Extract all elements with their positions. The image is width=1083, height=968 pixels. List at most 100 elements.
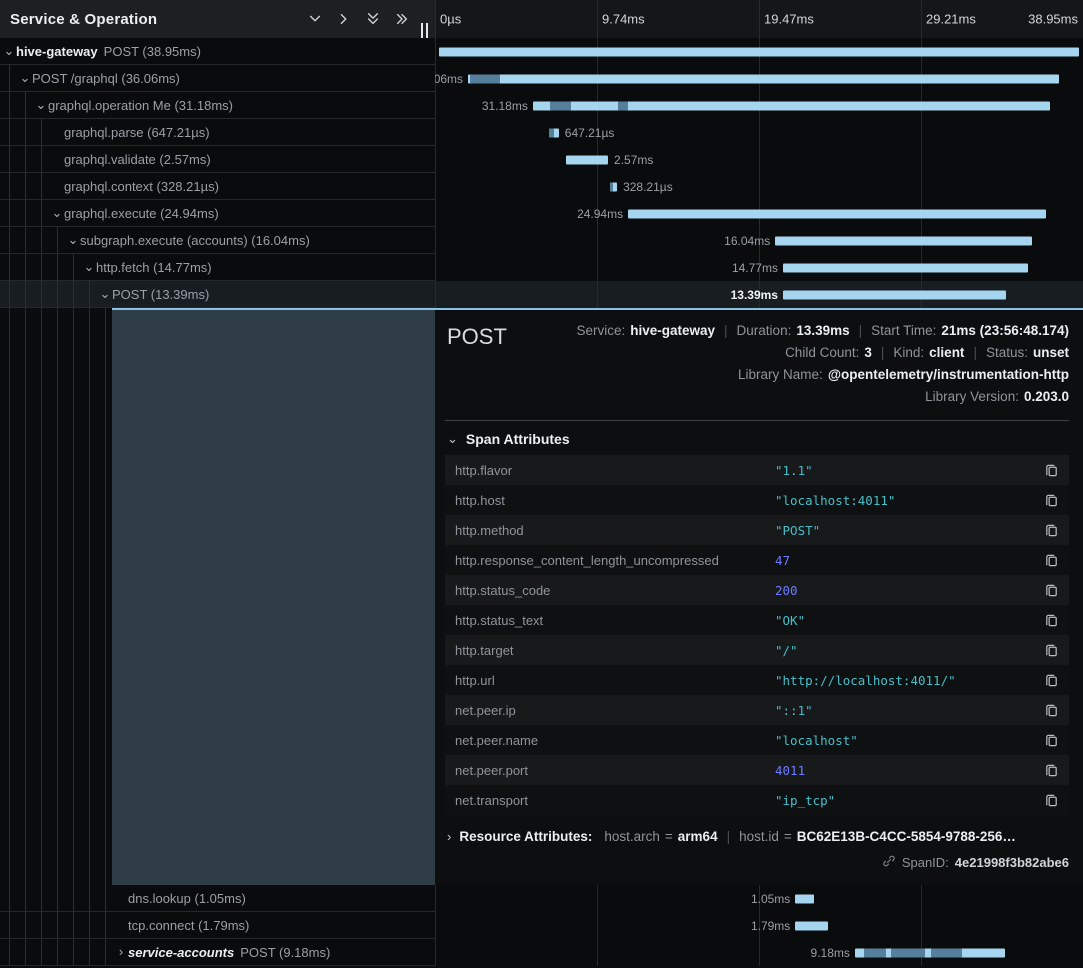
attribute-row: http.host"localhost:4011": [445, 485, 1069, 515]
panel-resize-handle[interactable]: [421, 23, 428, 38]
indent-guides: [2, 227, 66, 253]
expander-caret-icon[interactable]: ⌄: [98, 289, 112, 299]
meta-value: 3: [864, 345, 872, 360]
span-duration-bar[interactable]: [783, 263, 1028, 272]
span-row-label: graphql.parse (647.21µs): [0, 119, 435, 146]
collapse-one-icon[interactable]: [308, 12, 322, 26]
span-row-label: ⌄POST (13.39ms): [0, 281, 435, 308]
attribute-key: http.status_code: [455, 583, 775, 598]
span-id-label: SpanID:: [902, 855, 949, 870]
span-row[interactable]: ⌄POST (13.39ms) 13.39ms: [0, 281, 1083, 308]
span-duration-bar[interactable]: [439, 47, 1079, 56]
span-timeline-cell: 1.79ms: [435, 912, 1083, 939]
span-row[interactable]: dns.lookup (1.05ms)1.05ms: [0, 885, 1083, 912]
copy-icon[interactable]: [1044, 673, 1059, 688]
span-duration-label: 13.39ms: [731, 288, 778, 302]
divider: [445, 420, 1069, 421]
expander-caret-icon[interactable]: ⌄: [50, 208, 64, 218]
attribute-row: http.status_text"OK": [445, 605, 1069, 635]
span-operation-name: POST (9.18ms): [240, 945, 330, 960]
span-timeline-cell: 9.18ms: [435, 939, 1083, 966]
copy-icon[interactable]: [1044, 523, 1059, 538]
span-operation-name: http.fetch (14.77ms): [96, 260, 212, 275]
span-duration-bar[interactable]: [533, 101, 1050, 110]
span-row[interactable]: ⌄POST /graphql (36.06ms)36.06ms: [0, 65, 1083, 92]
span-attributes-toggle[interactable]: ⌄ Span Attributes: [447, 431, 1069, 447]
span-row[interactable]: ⌄graphql.execute (24.94ms)24.94ms: [0, 200, 1083, 227]
span-row[interactable]: graphql.context (328.21µs)328.21µs: [0, 173, 1083, 200]
span-tree-header: Service & Operation: [0, 0, 435, 38]
span-operation-name: subgraph.execute (accounts) (16.04ms): [80, 233, 310, 248]
attribute-row: net.peer.ip"::1": [445, 695, 1069, 725]
span-duration-bar[interactable]: [775, 236, 1032, 245]
span-operation-name: graphql.execute (24.94ms): [64, 206, 219, 221]
span-row-label: ⌄http.fetch (14.77ms): [0, 254, 435, 281]
span-row[interactable]: graphql.parse (647.21µs)647.21µs: [0, 119, 1083, 146]
indent-guides: [2, 65, 18, 91]
attribute-value: 200: [775, 583, 1044, 598]
span-row[interactable]: graphql.validate (2.57ms)2.57ms: [0, 146, 1083, 173]
indent-guides: [2, 912, 114, 938]
timeline-ruler: 0µs9.74ms19.47ms29.21ms38.95ms: [435, 0, 1083, 38]
meta-label: Start Time:: [871, 323, 936, 338]
copy-icon[interactable]: [1044, 733, 1059, 748]
indent-guides: [0, 308, 112, 885]
detail-meta-line: Child Count:3|Kind:client|Status:unset: [576, 342, 1069, 364]
span-duration-bar[interactable]: [628, 209, 1046, 218]
expander-caret-icon[interactable]: ⌄: [18, 73, 32, 83]
resource-key: host.id: [739, 829, 779, 844]
copy-icon[interactable]: [1044, 703, 1059, 718]
copy-icon[interactable]: [1044, 553, 1059, 568]
span-row[interactable]: tcp.connect (1.79ms)1.79ms: [0, 912, 1083, 939]
span-row-label: ⌄hive-gatewayPOST (38.95ms): [0, 38, 435, 65]
span-row[interactable]: ⌄subgraph.execute (accounts) (16.04ms)16…: [0, 227, 1083, 254]
span-row[interactable]: ⌄graphql.operation Me (31.18ms)31.18ms: [0, 92, 1083, 119]
span-detail-panel: POST Service:hive-gateway|Duration:13.39…: [435, 308, 1083, 885]
expander-caret-icon[interactable]: ⌄: [82, 262, 96, 272]
span-duration-bar[interactable]: [468, 74, 1059, 83]
indent-guides: [2, 92, 34, 118]
span-duration-bar[interactable]: [795, 894, 814, 903]
attribute-key: net.peer.name: [455, 733, 775, 748]
meta-value: 21ms (23:56:48.174): [941, 323, 1069, 338]
expander-caret-icon[interactable]: ⌄: [66, 235, 80, 245]
copy-icon[interactable]: [1044, 763, 1059, 778]
span-bar-segment: [931, 948, 962, 957]
copy-icon[interactable]: [1044, 463, 1059, 478]
span-duration-bar[interactable]: [566, 155, 608, 164]
span-row[interactable]: ⌄http.fetch (14.77ms)14.77ms: [0, 254, 1083, 281]
attribute-value: "OK": [775, 613, 1044, 628]
span-operation-name: POST (13.39ms): [112, 287, 209, 302]
expand-all-icon[interactable]: [395, 12, 409, 26]
attribute-value: "POST": [775, 523, 1044, 538]
copy-icon[interactable]: [1044, 643, 1059, 658]
span-bar-segment: [618, 101, 628, 110]
copy-icon[interactable]: [1044, 493, 1059, 508]
expander-caret-icon[interactable]: ⌄: [34, 100, 48, 110]
span-timeline-cell: 2.57ms: [435, 146, 1083, 173]
attribute-row: net.transport"ip_tcp": [445, 785, 1069, 815]
attribute-value: "/": [775, 643, 1044, 658]
expand-one-icon[interactable]: [337, 12, 351, 26]
span-duration-bar[interactable]: [795, 921, 828, 930]
span-row[interactable]: ›service-accountsPOST (9.18ms)9.18ms: [0, 939, 1083, 966]
copy-icon[interactable]: [1044, 613, 1059, 628]
collapse-all-icon[interactable]: [366, 12, 380, 26]
timeline-tick: 9.74ms: [597, 12, 645, 27]
indent-guides: [2, 254, 82, 280]
copy-icon[interactable]: [1044, 793, 1059, 808]
indent-guides: [2, 173, 50, 199]
span-duration-bar[interactable]: [783, 290, 1006, 299]
link-icon[interactable]: [882, 854, 896, 871]
resource-attributes-toggle[interactable]: › Resource Attributes: host.arch=arm64|h…: [445, 829, 1069, 844]
meta-separator: |: [973, 345, 977, 360]
span-timeline-cell: 13.39ms: [435, 281, 1083, 308]
copy-icon[interactable]: [1044, 583, 1059, 598]
span-row[interactable]: ⌄hive-gatewayPOST (38.95ms): [0, 38, 1083, 65]
expander-caret-icon[interactable]: ⌄: [2, 46, 16, 56]
span-duration-label: 31.18ms: [482, 99, 528, 113]
span-rows-bottom: dns.lookup (1.05ms)1.05mstcp.connect (1.…: [0, 885, 1083, 966]
expander-caret-icon[interactable]: ›: [114, 947, 128, 957]
indent-guides: [2, 939, 114, 965]
attribute-row: http.status_code200: [445, 575, 1069, 605]
